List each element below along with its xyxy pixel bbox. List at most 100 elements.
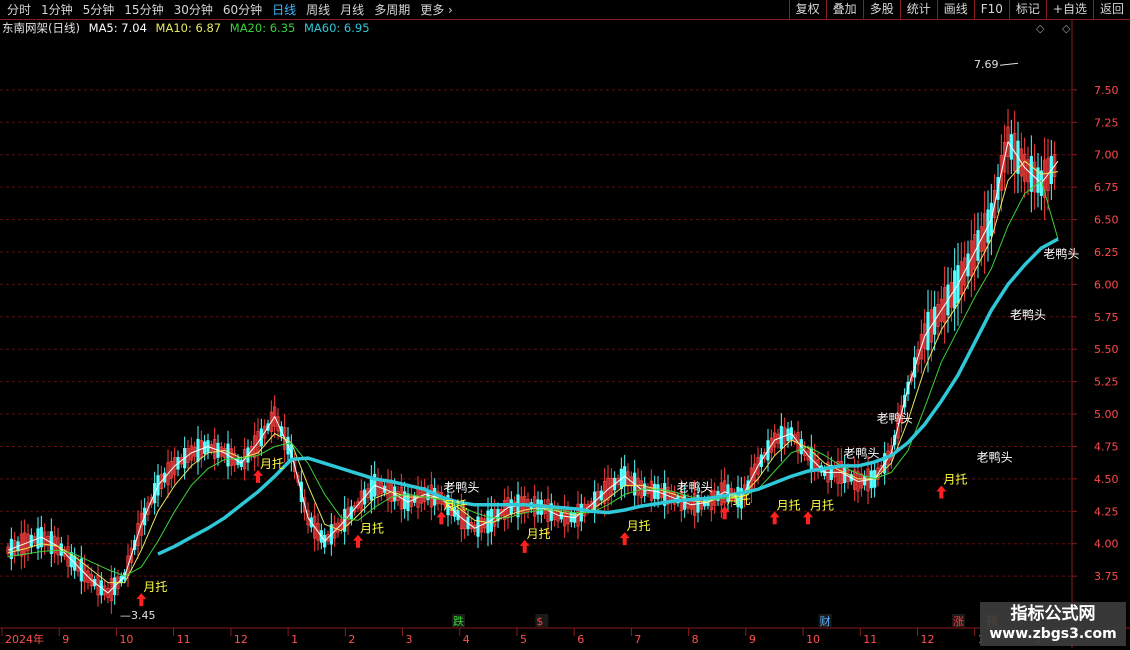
- kline-chart[interactable]: 3.75 4.00 4.25 4.50 4.75 5.00 5.25 5.50 5.75 6.00…: [0, 0, 1130, 650]
- indicator-info-bar: 东南网架(日线) MA5: 7.04 MA10: 6.87 MA20: 6.35…: [2, 20, 375, 36]
- period-tab[interactable]: 30分钟: [169, 1, 218, 19]
- period-tab[interactable]: 60分钟: [218, 1, 267, 19]
- toolbar-actions: 复权 叠加 多股 统计 画线 F10 标记 +自选 返回: [788, 0, 1130, 20]
- period-tabs: 分时 1分钟 5分钟 15分钟 30分钟 60分钟 日线 周线 月线 多周期 更多 ›: [2, 0, 458, 20]
- stock-title: 东南网架(日线): [2, 21, 80, 35]
- toolbar-action-button[interactable]: 多股: [862, 0, 900, 19]
- toolbar-action-button[interactable]: 标记: [1008, 0, 1046, 19]
- toolbar-action-button[interactable]: 统计: [899, 0, 937, 19]
- x-tick-label: 2024年: [5, 632, 44, 646]
- x-tick-label: 11: [177, 633, 191, 646]
- y-tick-label: 6.50: [1094, 214, 1119, 227]
- signal-label: 月托: [810, 498, 834, 512]
- site-watermark: 指标公式网 www.zbgs3.com: [980, 602, 1126, 646]
- toolbar-action-button[interactable]: 叠加: [825, 0, 863, 19]
- buy-arrow-icon: [936, 485, 947, 499]
- event-marker: 财: [820, 614, 831, 628]
- buy-arrow-icon: [253, 469, 263, 483]
- period-tab[interactable]: 5分钟: [78, 1, 120, 19]
- y-tick-label: 7.00: [1094, 149, 1119, 162]
- signal-label: 月托: [943, 472, 967, 486]
- y-tick-label: 5.50: [1094, 343, 1119, 356]
- toolbar-action-button[interactable]: 画线: [936, 0, 974, 19]
- period-tab[interactable]: 分时: [2, 1, 36, 19]
- event-marker: $: [536, 615, 543, 628]
- series-line-ma10: [7, 160, 1059, 584]
- signal-label: 月托: [527, 527, 551, 541]
- y-tick-label: 4.75: [1094, 440, 1119, 453]
- y-tick-label: 6.25: [1094, 246, 1119, 259]
- ma60-value: MA60: 6.95: [303, 21, 370, 35]
- watermark-url: www.zbgs3.com: [989, 626, 1117, 642]
- period-tab[interactable]: 15分钟: [119, 1, 168, 19]
- x-tick-label: 8: [692, 633, 699, 646]
- signal-label: 月托: [143, 580, 167, 594]
- signal-label: 月托: [443, 498, 467, 512]
- x-tick-label: 2: [348, 633, 355, 646]
- x-tick-label: 12: [234, 633, 248, 646]
- y-tick-label: 7.25: [1094, 116, 1119, 129]
- x-tick-label: 1: [291, 633, 298, 646]
- low-price-label: —3.45: [120, 609, 156, 622]
- signal-label: 月托: [627, 519, 651, 533]
- signal-label: 老鸭头: [877, 412, 913, 426]
- x-tick-label: 9: [749, 633, 756, 646]
- buy-arrow-icon: [769, 511, 780, 525]
- signal-label: 月托: [777, 498, 801, 512]
- buy-arrow-icon: [803, 511, 813, 525]
- toolbar-action-button[interactable]: 复权: [788, 0, 826, 19]
- period-tab[interactable]: 日线: [267, 1, 301, 19]
- x-tick-label: 7: [634, 633, 641, 646]
- buy-arrow-icon: [353, 534, 363, 548]
- x-tick-label: 12: [921, 633, 935, 646]
- y-tick-label: 4.25: [1094, 505, 1119, 518]
- x-tick-label: 6: [577, 633, 584, 646]
- toolbar-action-button[interactable]: 返回: [1092, 0, 1130, 19]
- diamond-icon[interactable]: ◇ ◇: [1036, 22, 1077, 35]
- x-tick-label: 10: [806, 633, 820, 646]
- x-tick-label: 10: [119, 633, 133, 646]
- y-tick-label: 4.00: [1094, 538, 1119, 551]
- y-tick-label: 4.50: [1094, 473, 1119, 486]
- x-tick-label: 4: [463, 633, 470, 646]
- signal-label: 月托: [360, 522, 384, 536]
- buy-arrow-icon: [436, 511, 447, 525]
- x-tick-label: 3: [406, 633, 413, 646]
- y-tick-label: 5.00: [1094, 408, 1119, 421]
- period-tab[interactable]: 多周期: [369, 1, 415, 19]
- high-price-label: 7.69: [974, 58, 999, 71]
- x-tick-label: 9: [62, 633, 69, 646]
- period-tab[interactable]: 月线: [335, 1, 369, 19]
- signal-label: 月托: [727, 493, 751, 507]
- signal-label: 月托: [260, 457, 284, 471]
- series-line-ma20: [7, 180, 1059, 577]
- event-marker: 跌: [453, 614, 464, 628]
- period-tab[interactable]: 更多 ›: [415, 1, 458, 19]
- y-tick-label: 5.75: [1094, 311, 1119, 324]
- buy-arrow-icon: [519, 539, 530, 553]
- buy-arrow-icon: [619, 532, 630, 546]
- y-tick-label: 5.25: [1094, 376, 1119, 389]
- event-marker: 涨: [953, 615, 964, 628]
- toolbar: 分时 1分钟 5分钟 15分钟 30分钟 60分钟 日线 周线 月线 多周期 更多 › 复权 叠加 多股…: [0, 0, 1130, 20]
- ma10-value: MA10: 6.87: [155, 21, 222, 35]
- ma5-value: MA5: 7.04: [88, 21, 147, 35]
- y-tick-label: 6.75: [1094, 181, 1119, 194]
- signal-label: 老鸭头: [1043, 247, 1079, 261]
- buy-arrow-icon: [136, 593, 147, 607]
- x-tick-label: 5: [520, 633, 527, 646]
- ma20-value: MA20: 6.35: [229, 21, 296, 35]
- series-line-ma5: [7, 141, 1059, 594]
- y-tick-label: 6.00: [1094, 278, 1119, 291]
- signal-label: 老鸭头: [443, 480, 479, 494]
- watermark-title: 指标公式网: [1010, 604, 1096, 624]
- y-tick-label: 7.50: [1094, 84, 1119, 97]
- x-tick-label: 11: [863, 633, 877, 646]
- toolbar-action-button[interactable]: +自选: [1045, 0, 1093, 19]
- signal-label: 老鸭头: [843, 447, 879, 461]
- period-tab[interactable]: 周线: [301, 1, 335, 19]
- high-price-pointer: [999, 62, 1019, 66]
- toolbar-action-button[interactable]: F10: [973, 0, 1009, 19]
- period-tab[interactable]: 1分钟: [36, 1, 78, 19]
- signal-label: 老鸭头: [1010, 308, 1046, 322]
